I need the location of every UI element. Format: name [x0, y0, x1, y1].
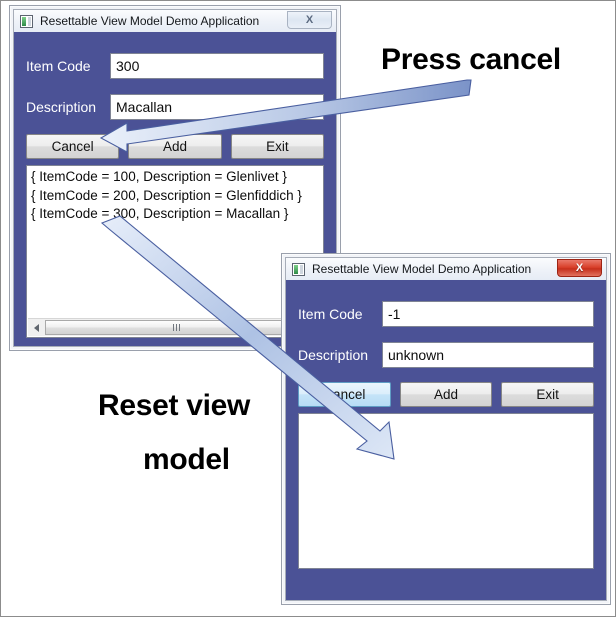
item-code-input[interactable]: -1: [382, 301, 594, 327]
close-button-label: X: [305, 14, 314, 26]
item-code-label: Item Code: [298, 306, 363, 322]
items-listbox[interactable]: { ItemCode = 100, Description = Glenlive…: [26, 165, 324, 338]
item-code-input[interactable]: 300: [110, 53, 324, 79]
description-label: Description: [298, 347, 369, 363]
item-code-row: Item Code -1: [286, 301, 606, 327]
window-main-title: Resettable View Model Demo Application: [40, 14, 260, 28]
app-icon: [292, 262, 305, 276]
screenshot-canvas: Resettable View Model Demo Application X…: [0, 0, 616, 617]
cancel-button[interactable]: Cancel: [298, 382, 391, 407]
exit-button[interactable]: Exit: [501, 382, 595, 407]
window-reset-frame: Resettable View Model Demo Application X…: [285, 257, 607, 601]
description-row: Description Macallan: [14, 94, 336, 120]
add-button[interactable]: Add: [399, 382, 493, 407]
window-main-button-row: Cancel Add Exit: [26, 134, 324, 159]
scrollbar-thumb[interactable]: [45, 320, 309, 335]
description-input[interactable]: unknown: [382, 342, 594, 368]
list-item[interactable]: { ItemCode = 200, Description = Glenfidd…: [27, 187, 323, 206]
annotation-press-cancel: Press cancel: [381, 43, 561, 76]
items-listbox-content: { ItemCode = 100, Description = Glenlive…: [27, 166, 323, 224]
annotation-reset-view-line2: model: [143, 443, 230, 476]
window-reset-body: Item Code -1 Description unknown Cancel …: [286, 280, 606, 600]
description-label: Description: [26, 99, 97, 115]
close-button-label: X: [575, 262, 584, 274]
item-code-row: Item Code 300: [14, 53, 336, 79]
app-icon: [20, 14, 33, 28]
caret-left-icon[interactable]: [28, 319, 45, 336]
grip-icon: [173, 324, 181, 331]
list-item[interactable]: { ItemCode = 300, Description = Macallan…: [27, 205, 323, 224]
description-row: Description unknown: [286, 342, 606, 368]
window-reset-button-row: Cancel Add Exit: [298, 382, 595, 407]
item-code-label: Item Code: [26, 58, 91, 74]
description-input[interactable]: Macallan: [110, 94, 324, 120]
close-icon[interactable]: X: [557, 259, 602, 277]
window-reset[interactable]: Resettable View Model Demo Application X…: [281, 253, 611, 605]
close-icon[interactable]: X: [287, 11, 332, 29]
exit-button[interactable]: Exit: [230, 134, 324, 159]
horizontal-scrollbar[interactable]: [28, 318, 322, 336]
cancel-button[interactable]: Cancel: [26, 134, 120, 159]
add-button[interactable]: Add: [128, 134, 222, 159]
annotation-reset-view-line1: Reset view: [98, 389, 251, 422]
items-listbox[interactable]: [298, 413, 594, 569]
list-item[interactable]: { ItemCode = 100, Description = Glenlive…: [27, 168, 323, 187]
window-reset-title: Resettable View Model Demo Application: [312, 262, 532, 276]
